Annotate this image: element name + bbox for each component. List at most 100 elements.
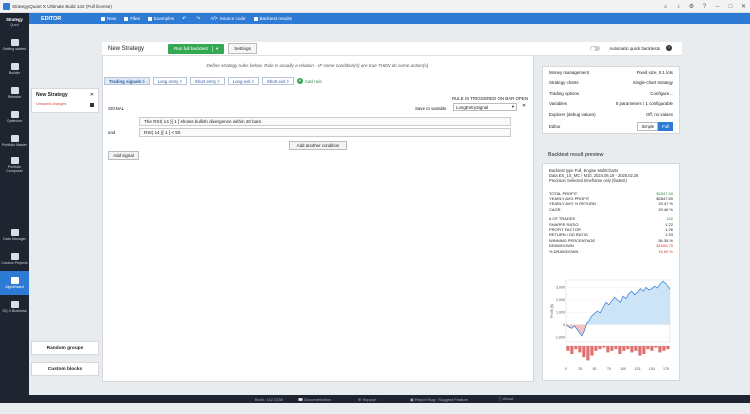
remove-rule-icon[interactable]: ✕ [522,103,526,109]
add-rule-button[interactable]: + Add rule [296,78,322,84]
drawdown-bar [614,346,618,350]
drawdown-bar [586,346,590,361]
sidebar-item-data-manager[interactable]: Data Manager [0,223,29,247]
drawdown-bar [650,346,654,351]
simple-mode-button[interactable]: Simple [637,121,659,131]
stat-row: % DRAWDOWN 15.65 % [543,249,679,254]
editor-mode-row: Editor Simple Full [543,120,679,133]
sidebar-item-algowizard[interactable]: AlgoWizard [0,271,29,295]
drawdown-bar [662,346,666,351]
sidebar-item-getting-started[interactable]: Getting started [0,33,29,57]
save-variable-label: Save to variable [415,106,447,111]
projects-icon [10,253,19,260]
variable-select[interactable]: LongEntrySignal ▾ [453,103,517,111]
rule-trigger-info: RULE IS TRIGGERED ON BAR OPEN [451,96,528,101]
tab-long-exit[interactable]: Long exit ◊ [227,77,259,85]
drawdown-bar [574,346,578,350]
report-bug-link[interactable]: ▣ Report Bug / Suggest Feature [410,397,468,402]
sidebar-item-portfolio-master[interactable]: Portfolio Master [0,129,29,153]
redo-button[interactable]: ↷ [196,16,202,22]
setting-row[interactable]: Explorer (debug values) Off, no values [543,109,679,120]
sidebar-item-custom-projects[interactable]: Custom Projects [0,247,29,271]
wand-icon [10,277,19,284]
equity-chart-svg: -1,000 0 1,000 2,000 3,000 Profit ($) 0 25 50 75 1… [550,279,671,371]
x-tick-label: 0 [565,367,567,371]
new-button[interactable]: New [101,16,116,21]
maximize-icon[interactable]: □ [724,0,737,13]
close-icon[interactable]: ✕ [90,92,94,98]
random-groups-button[interactable]: Random groups [31,341,99,355]
equity-chart: -1,000 0 1,000 2,000 3,000 Profit ($) 0 25 50 75 1… [548,276,676,374]
folder-icon [124,16,129,21]
drawdown-bar [610,346,614,351]
condition-2[interactable]: RSI( 14 )[ 1 ] < 50 [139,128,511,137]
save-icon[interactable] [90,103,94,107]
undo-icon: ↶ [182,15,187,22]
backtest-preview-title: Backtest result preview [548,152,604,158]
strategy-list-item[interactable]: New Strategy Unsaved changes ✕ [31,88,99,113]
minimize-icon[interactable]: – [711,0,724,13]
tab-long-entry[interactable]: Long entry ◊ [152,77,187,85]
drawdown-bar [570,346,574,354]
close-window-icon[interactable]: ✕ [737,0,750,13]
setting-row[interactable]: Money management Fixed size, 0.1 lots [543,67,679,78]
examples-button[interactable]: Examples [147,16,174,21]
main-sidebar: Strategy Quant Getting started Builder R… [0,13,29,395]
settings-icon[interactable]: ⚙ [685,0,698,13]
rule-description: Define strategy rules below. Rule is usu… [206,63,430,68]
sidebar-item-retester[interactable]: Retester [0,81,29,105]
source-code-button[interactable]: </> Source code [210,16,245,22]
setting-row[interactable]: Variables 5 parameters / 1 configurable [543,99,679,110]
full-mode-button[interactable]: Full [658,121,673,131]
y-tick-label: -1,000 [555,335,565,339]
tab-short-exit[interactable]: Short exit ◊ [261,77,294,85]
documentation-link[interactable]: 📖 Documentation [298,397,331,402]
setting-row[interactable]: Trading options Configure... [543,88,679,99]
auto-backtest-toggle[interactable] [590,46,600,51]
setting-row[interactable]: Strategy charts Single-chart strategy [543,78,679,89]
y-tick-label: 2,000 [556,298,565,302]
drawdown-bar [642,346,646,354]
drawdown-bar [618,346,622,354]
notifications-icon[interactable]: ♪ [672,0,685,13]
logo: Strategy Quant [0,13,29,33]
drawdown-bar [638,346,642,356]
chevron-down-icon[interactable]: ▾ [211,45,218,52]
help-icon[interactable]: ? [666,45,672,51]
stat-value: 15.65 % [658,248,673,254]
run-backtest-button[interactable]: Run full backtest ▾ [168,43,225,54]
about-link[interactable]: ⓘ About [498,396,513,402]
results-icon [253,16,258,21]
drawdown-bar [622,346,626,351]
examples-icon [147,16,152,21]
signal-label: SIGNAL [108,106,125,111]
condition-1[interactable]: The RSI( 14 )[ 1 ] shows bullish diverge… [139,117,511,126]
drawdown-bar [598,346,602,350]
support-link[interactable]: ⊕ Support [358,397,376,402]
backtest-results-button[interactable]: Backtest results [253,16,292,21]
stat-value: 29.46 % [658,206,673,212]
sidebar-item-sqx-business[interactable]: SQ X Business [0,295,29,319]
add-signal-button[interactable]: Add signal [108,151,139,160]
tab-trading-signals[interactable]: Trading signals ◊ [104,77,150,85]
sidebar-item-optimizer[interactable]: Optimizer [0,105,29,129]
sidebar-item-portfolio-composer[interactable]: Portfolio Composer [0,153,29,177]
tab-short-entry[interactable]: Short entry ◊ [189,77,225,85]
home-icon[interactable]: ⌂ [659,0,672,13]
add-condition-button[interactable]: Add another condition [289,141,347,150]
help-icon[interactable]: ? [698,0,711,13]
files-button[interactable]: Files [124,16,140,21]
build-label: Build: 142.2336 [255,396,283,402]
strategy-header: New Strategy Run full backtest ▾ Setting… [102,42,682,56]
custom-blocks-button[interactable]: Custom blocks [31,362,99,376]
drawdown-bar [606,346,610,353]
x-tick-label: 75 [607,367,611,371]
sidebar-item-builder[interactable]: Builder [0,57,29,81]
undo-button[interactable]: ↶ [182,16,188,22]
drawdown-bar [590,346,594,356]
chevron-down-icon: ▾ [511,104,514,109]
stats-group-profit: TOTAL PROFIT $2847.50 YEARLY AVG PROFIT $28… [543,191,679,213]
settings-button[interactable]: Settings [228,43,257,54]
strategy-item-name: New Strategy [36,92,68,98]
